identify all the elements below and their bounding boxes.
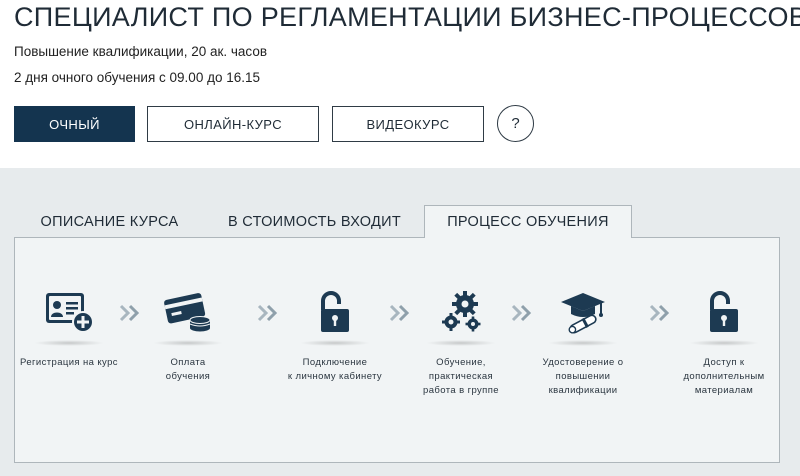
step-certificate: Удостоверение о повышении квалификации bbox=[518, 290, 648, 398]
step-cabinet-access: Подключение к личному кабинету bbox=[270, 290, 400, 384]
page-title: СПЕЦИАЛИСТ ПО РЕГЛАМЕНТАЦИИ БИЗНЕС-ПРОЦЕ… bbox=[14, 2, 800, 32]
step-learning: Обучение, практическая работа в группе bbox=[396, 290, 526, 398]
step-label: Оплата обучения bbox=[165, 357, 211, 382]
credit-card-coins-icon bbox=[164, 293, 211, 332]
step-label: Обучение, практическая работа в группе bbox=[423, 357, 499, 396]
qualification-info: Повышение квалификации, 20 ак. часов bbox=[14, 44, 268, 59]
course-header: СПЕЦИАЛИСТ ПО РЕГЛАМЕНТАЦИИ БИЗНЕС-ПРОЦЕ… bbox=[0, 0, 800, 168]
icon-shadow bbox=[689, 340, 759, 346]
unlocked-padlock-icon bbox=[710, 291, 738, 332]
step-label: Регистрация на курс bbox=[20, 357, 118, 368]
icon-shadow bbox=[548, 340, 618, 346]
format-video-button[interactable]: ВИДЕОКУРС bbox=[332, 106, 484, 142]
step-label: Подключение к личному кабинету bbox=[287, 357, 383, 382]
step-payment: Оплата обучения bbox=[123, 290, 253, 384]
tab-learning-process[interactable]: ПРОЦЕСС ОБУЧЕНИЯ bbox=[424, 205, 632, 238]
step-label: Доступ к дополнительным материалам bbox=[683, 357, 765, 396]
step-label: Удостоверение о повышении квалификации bbox=[542, 357, 624, 396]
icon-shadow bbox=[300, 340, 370, 346]
icon-shadow bbox=[426, 340, 496, 346]
step-registration: Регистрация на курс bbox=[4, 290, 134, 370]
user-card-plus-icon bbox=[46, 293, 94, 333]
help-button[interactable]: ? bbox=[497, 105, 534, 142]
schedule-info: 2 дня очного обучения с 09.00 до 16.15 bbox=[14, 70, 260, 85]
format-online-button[interactable]: ОНЛАЙН-КУРС bbox=[147, 106, 319, 142]
graduation-cap-diploma-icon bbox=[561, 293, 605, 334]
gears-icon bbox=[442, 291, 481, 332]
format-ochny-button[interactable]: ОЧНЫЙ bbox=[14, 106, 135, 142]
tab-cost-includes[interactable]: В СТОИМОСТЬ ВХОДИТ bbox=[212, 205, 417, 238]
step-extra-materials: Доступ к дополнительным материалам bbox=[659, 290, 789, 398]
tab-course-description[interactable]: ОПИСАНИЕ КУРСА bbox=[22, 205, 197, 238]
icon-shadow bbox=[34, 340, 104, 346]
unlocked-padlock-icon bbox=[321, 291, 349, 332]
icon-shadow bbox=[153, 340, 223, 346]
